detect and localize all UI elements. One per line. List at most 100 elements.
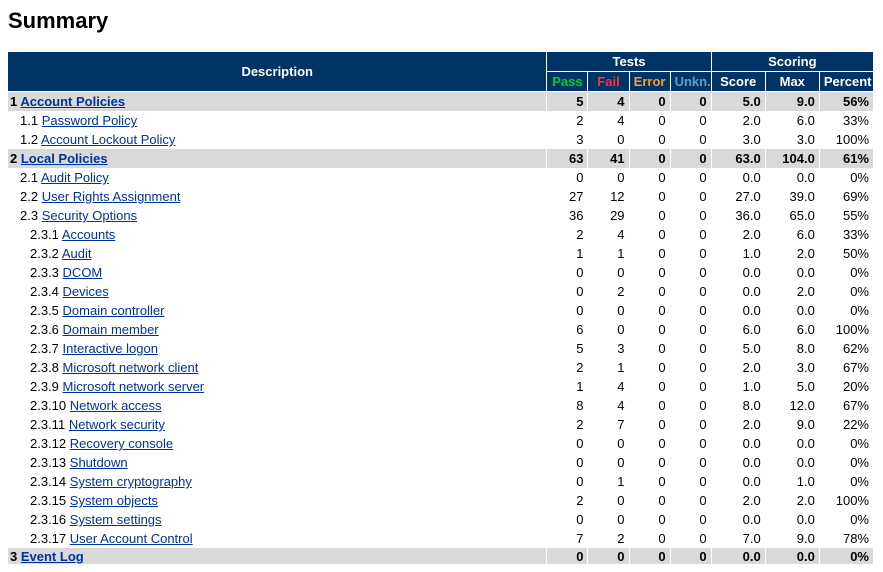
row-link[interactable]: Network security — [69, 417, 165, 432]
cell-max: 2.0 — [765, 282, 819, 301]
cell-percent: 0% — [819, 472, 873, 491]
cell-unkn: 0 — [670, 472, 711, 491]
table-row: 1.2 Account Lockout Policy30003.03.0100% — [8, 130, 874, 149]
row-link[interactable]: User Account Control — [70, 531, 193, 546]
table-row: 2.3.5 Domain controller00000.00.00% — [8, 301, 874, 320]
row-link[interactable]: Password Policy — [42, 113, 137, 128]
cell-unkn: 0 — [670, 244, 711, 263]
row-link[interactable]: Devices — [63, 284, 109, 299]
cell-score: 36.0 — [711, 206, 765, 225]
row-id: 2.3.14 — [30, 474, 66, 489]
cell-max: 3.0 — [765, 130, 819, 149]
cell-pass: 63 — [547, 149, 588, 168]
cell-fail: 0 — [588, 548, 629, 564]
cell-score: 2.0 — [711, 415, 765, 434]
cell-max: 9.0 — [765, 529, 819, 548]
row-link[interactable]: Account Policies — [20, 94, 125, 109]
cell-score: 1.0 — [711, 244, 765, 263]
cell-score: 5.0 — [711, 339, 765, 358]
cell-max: 0.0 — [765, 263, 819, 282]
cell-percent: 50% — [819, 244, 873, 263]
cell-error: 0 — [629, 396, 670, 415]
cell-score: 0.0 — [711, 263, 765, 282]
cell-max: 0.0 — [765, 510, 819, 529]
cell-error: 0 — [629, 510, 670, 529]
row-link[interactable]: Microsoft network server — [63, 379, 205, 394]
cell-error: 0 — [629, 548, 670, 564]
cell-pass: 2 — [547, 358, 588, 377]
row-link[interactable]: Event Log — [21, 549, 84, 564]
row-link[interactable]: DCOM — [63, 265, 103, 280]
row-link[interactable]: System settings — [70, 512, 162, 527]
table-row: 2.3.6 Domain member60006.06.0100% — [8, 320, 874, 339]
cell-error: 0 — [629, 491, 670, 510]
cell-percent: 22% — [819, 415, 873, 434]
row-link[interactable]: Audit — [62, 246, 92, 261]
row-id: 2.3.16 — [30, 512, 66, 527]
cell-description: 2.3.10 Network access — [8, 396, 547, 415]
row-link[interactable]: System cryptography — [70, 474, 192, 489]
cell-score: 5.0 — [711, 92, 765, 112]
table-row: 2 Local Policies63410063.0104.061% — [8, 149, 874, 168]
row-id: 2.3.3 — [30, 265, 59, 280]
cell-fail: 0 — [588, 510, 629, 529]
cell-description: 1 Account Policies — [8, 92, 547, 112]
cell-error: 0 — [629, 472, 670, 491]
cell-pass: 0 — [547, 510, 588, 529]
row-link[interactable]: Domain controller — [63, 303, 165, 318]
row-id: 2 — [10, 151, 17, 166]
cell-score: 6.0 — [711, 320, 765, 339]
row-link[interactable]: Shutdown — [70, 455, 128, 470]
row-link[interactable]: Domain member — [63, 322, 159, 337]
cell-max: 39.0 — [765, 187, 819, 206]
row-link[interactable]: Local Policies — [21, 151, 108, 166]
cell-description: 2.3.13 Shutdown — [8, 453, 547, 472]
row-link[interactable]: Interactive logon — [63, 341, 158, 356]
cell-error: 0 — [629, 377, 670, 396]
cell-percent: 78% — [819, 529, 873, 548]
cell-score: 7.0 — [711, 529, 765, 548]
cell-fail: 4 — [588, 396, 629, 415]
cell-percent: 0% — [819, 282, 873, 301]
cell-fail: 0 — [588, 491, 629, 510]
cell-percent: 67% — [819, 396, 873, 415]
cell-description: 2.3.14 System cryptography — [8, 472, 547, 491]
row-link[interactable]: Accounts — [62, 227, 115, 242]
row-link[interactable]: Security Options — [42, 208, 137, 223]
cell-score: 0.0 — [711, 453, 765, 472]
row-link[interactable]: System objects — [70, 493, 158, 508]
cell-fail: 4 — [588, 111, 629, 130]
cell-fail: 0 — [588, 434, 629, 453]
cell-description: 1.1 Password Policy — [8, 111, 547, 130]
cell-fail: 7 — [588, 415, 629, 434]
cell-pass: 2 — [547, 111, 588, 130]
row-link[interactable]: Recovery console — [70, 436, 173, 451]
table-row: 2.3.2 Audit11001.02.050% — [8, 244, 874, 263]
cell-score: 2.0 — [711, 111, 765, 130]
row-link[interactable]: Account Lockout Policy — [41, 132, 175, 147]
cell-percent: 33% — [819, 225, 873, 244]
cell-score: 2.0 — [711, 225, 765, 244]
row-link[interactable]: User Rights Assignment — [42, 189, 181, 204]
cell-max: 9.0 — [765, 415, 819, 434]
row-link[interactable]: Network access — [70, 398, 162, 413]
cell-percent: 62% — [819, 339, 873, 358]
cell-unkn: 0 — [670, 149, 711, 168]
table-row: 2.3.13 Shutdown00000.00.00% — [8, 453, 874, 472]
cell-error: 0 — [629, 415, 670, 434]
cell-max: 12.0 — [765, 396, 819, 415]
cell-score: 0.0 — [711, 434, 765, 453]
cell-score: 0.0 — [711, 472, 765, 491]
row-link[interactable]: Microsoft network client — [63, 360, 199, 375]
cell-fail: 2 — [588, 282, 629, 301]
cell-percent: 0% — [819, 510, 873, 529]
cell-description: 2.1 Audit Policy — [8, 168, 547, 187]
cell-pass: 0 — [547, 263, 588, 282]
row-id: 2.3.6 — [30, 322, 59, 337]
cell-error: 0 — [629, 225, 670, 244]
colgroup-scoring: Scoring — [711, 52, 873, 72]
row-link[interactable]: Audit Policy — [41, 170, 109, 185]
cell-error: 0 — [629, 168, 670, 187]
cell-max: 0.0 — [765, 434, 819, 453]
cell-fail: 4 — [588, 92, 629, 112]
